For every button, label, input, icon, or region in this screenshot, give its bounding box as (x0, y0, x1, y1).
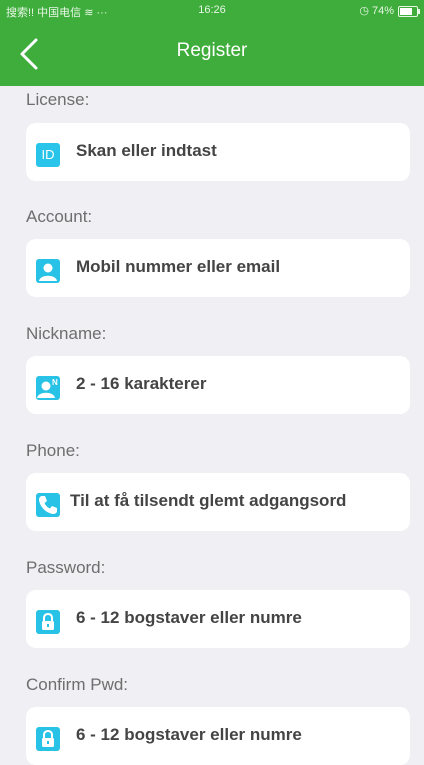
page-title: Register (176, 40, 248, 61)
user-name-icon: N (36, 376, 60, 400)
carrier-signal: 搜索!! 中国电信 ≋ ··· (6, 7, 108, 19)
user-icon (36, 259, 60, 283)
battery-icon (398, 6, 420, 17)
status-bar: 搜索!! 中国电信 ≋ ··· 16:26 ◷ 74% (0, 0, 424, 22)
password-input[interactable]: 6 - 12 bogstaver eller numre (76, 608, 302, 628)
battery-percent: ◷ 74% (359, 5, 394, 17)
id-icon: ID (36, 143, 60, 167)
nickname-input[interactable]: 2 - 16 karakterer (76, 374, 206, 394)
license-field[interactable]: ID Skan eller indtast (26, 123, 410, 181)
license-label: License: (26, 90, 90, 109)
phone-field[interactable]: Til at få tilsendt glemt adgangsord (26, 473, 410, 531)
status-time: 16:26 (198, 4, 226, 16)
account-input[interactable]: Mobil nummer eller email (76, 257, 280, 277)
phone-label: Phone: (26, 441, 80, 460)
password-field[interactable]: 6 - 12 bogstaver eller numre (26, 590, 410, 648)
phone-input[interactable]: Til at få tilsendt glemt adgangsord (70, 491, 346, 511)
lock-icon (36, 727, 60, 751)
nickname-field[interactable]: N 2 - 16 karakterer (26, 356, 410, 414)
nickname-label: Nickname: (26, 324, 107, 343)
account-label: Account: (26, 207, 93, 226)
lock-icon (36, 610, 60, 634)
confirm-password-label: Confirm Pwd: (26, 675, 129, 694)
account-field[interactable]: Mobil nummer eller email (26, 239, 410, 297)
confirm-password-field[interactable]: 6 - 12 bogstaver eller numre (26, 707, 410, 765)
phone-icon (36, 493, 60, 517)
confirm-password-input[interactable]: 6 - 12 bogstaver eller numre (76, 725, 302, 745)
license-input[interactable]: Skan eller indtast (76, 141, 217, 161)
svg-text:N: N (52, 378, 58, 387)
nav-bar: Register (0, 22, 424, 86)
password-label: Password: (26, 558, 106, 577)
